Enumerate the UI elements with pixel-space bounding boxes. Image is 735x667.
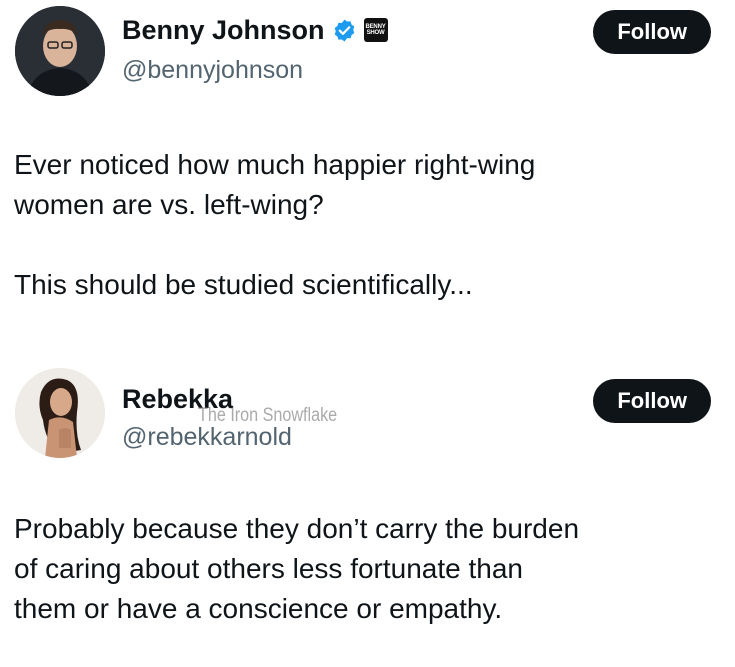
watermark: The Iron Snowflake bbox=[198, 405, 338, 426]
avatar[interactable] bbox=[15, 368, 105, 458]
tweet-text: Ever noticed how much happier right-wing… bbox=[14, 149, 536, 300]
reply-text: Probably because they don’t carry the bu… bbox=[14, 513, 580, 624]
person-avatar-icon bbox=[15, 368, 105, 458]
tweet-post: Benny Johnson BENNY SHOW @bennyjohnson Fo… bbox=[0, 0, 735, 350]
affiliation-badge-icon: BENNY SHOW bbox=[363, 18, 388, 42]
verified-badge-icon bbox=[334, 19, 354, 41]
reply-post: Rebekka @rebekkarnold Follow Probably be… bbox=[0, 350, 735, 667]
author-row: Benny Johnson BENNY SHOW bbox=[122, 14, 388, 46]
person-avatar-icon bbox=[15, 6, 105, 96]
follow-button[interactable]: Follow bbox=[593, 10, 711, 54]
follow-button[interactable]: Follow bbox=[593, 379, 711, 423]
author-name[interactable]: Benny Johnson bbox=[122, 14, 325, 46]
author-handle[interactable]: @bennyjohnson bbox=[122, 55, 303, 85]
avatar[interactable] bbox=[15, 6, 105, 96]
